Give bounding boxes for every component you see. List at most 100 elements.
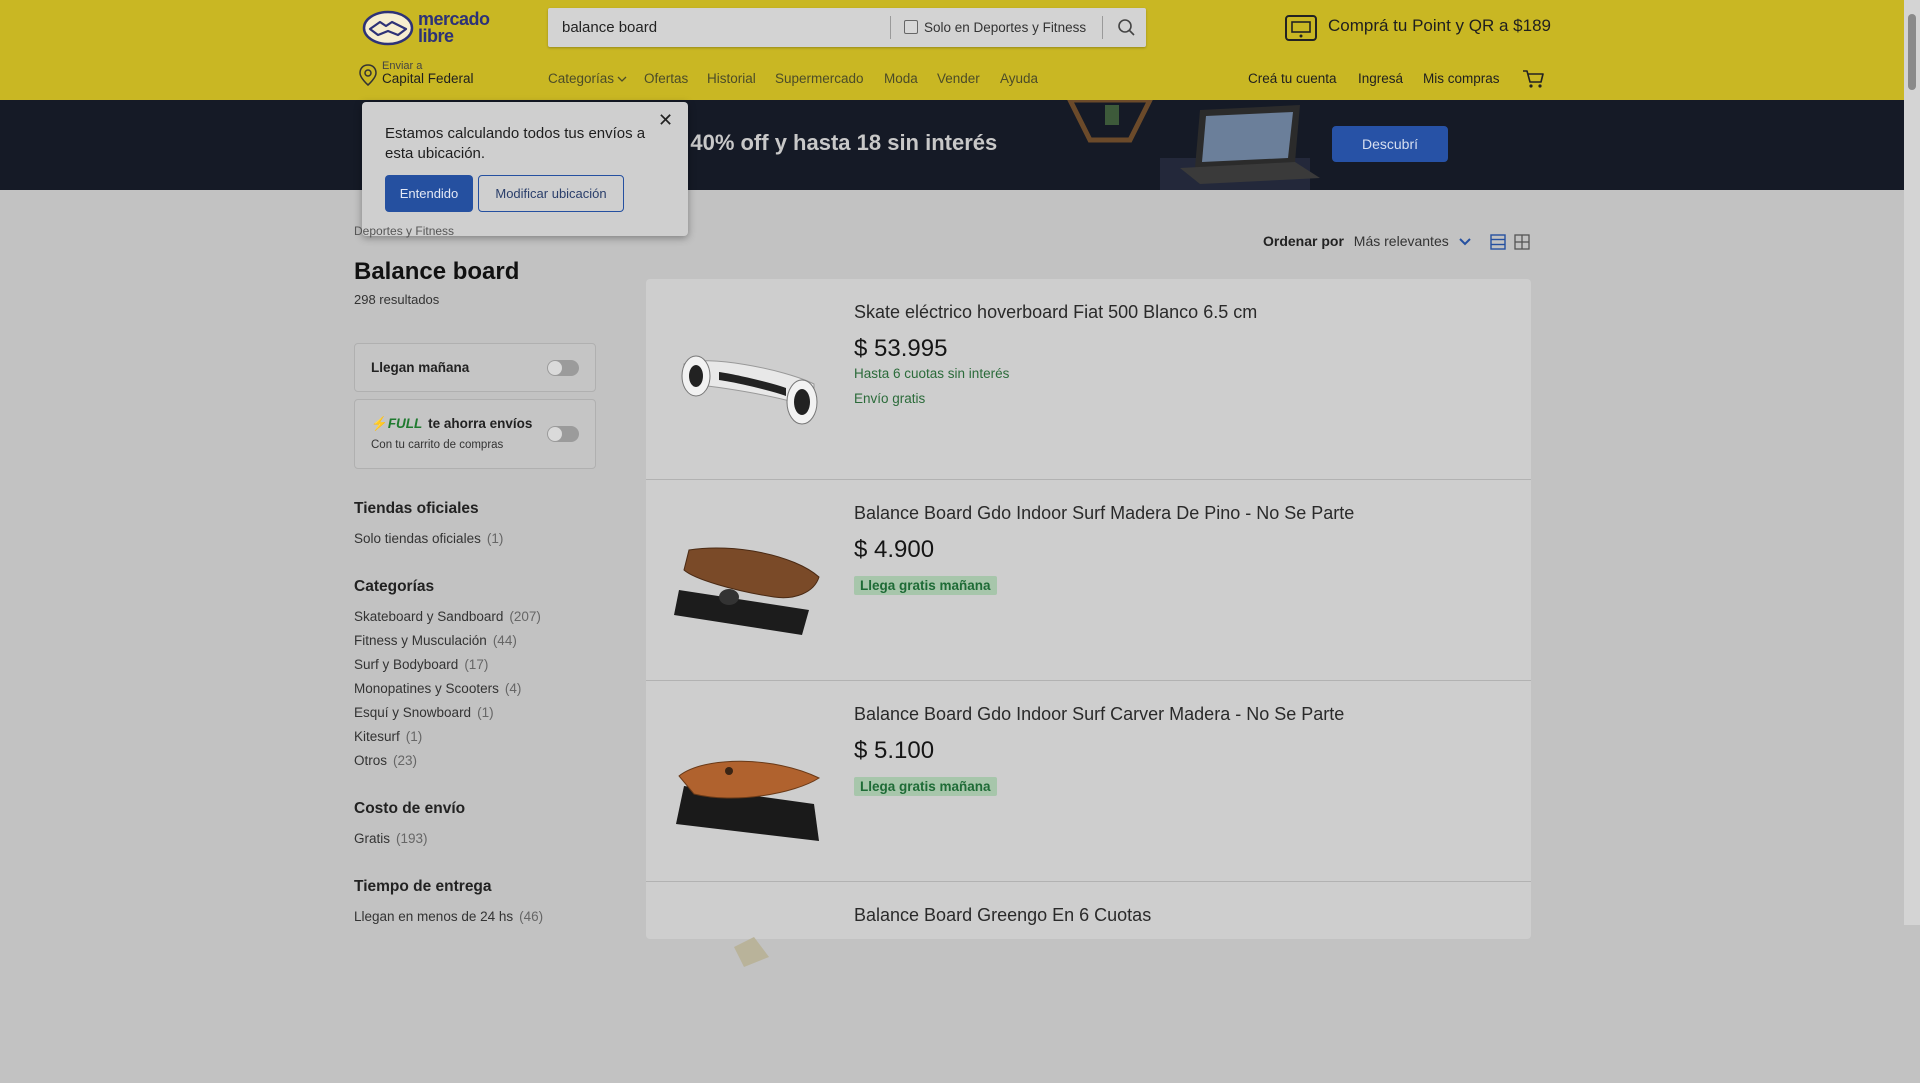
understood-button[interactable]: Entendido — [385, 175, 473, 212]
item-label: Kitesurf — [354, 729, 400, 744]
banner-discover-button[interactable]: Descubrí — [1332, 126, 1448, 162]
full-label-row: ⚡FULL te ahorra envíos — [371, 416, 532, 432]
filter-full[interactable]: ⚡FULL te ahorra envíos Con tu carrito de… — [354, 399, 596, 469]
nav-ayuda[interactable]: Ayuda — [1000, 71, 1038, 86]
banner-text: a 40% off y hasta 18 sin interés — [672, 130, 998, 155]
results-count: 298 resultados — [354, 292, 440, 307]
shipping-item[interactable]: Gratis (193) — [354, 831, 428, 846]
official-stores-title: Tiendas oficiales — [354, 500, 479, 517]
official-stores-item[interactable]: Solo tiendas oficiales (1) — [354, 531, 503, 546]
close-icon[interactable]: ✕ — [658, 110, 673, 131]
category-item[interactable]: Fitness y Musculación (44) — [354, 633, 517, 648]
mercadolibre-logo[interactable]: mercado libre — [362, 9, 502, 49]
nav-categorias[interactable]: Categorías — [548, 71, 627, 86]
category-item[interactable]: Otros (23) — [354, 753, 417, 768]
item-label: Gratis — [354, 831, 391, 846]
item-label: Skateboard y Sandboard — [354, 609, 504, 624]
point-device-icon — [1285, 15, 1317, 41]
promo-text: Comprá tu Point y QR a $189 — [1328, 16, 1552, 35]
category-item[interactable]: Surf y Bodyboard (17) — [354, 657, 488, 672]
item-count: (193) — [396, 831, 428, 846]
nav-ofertas[interactable]: Ofertas — [644, 71, 688, 86]
full-sub: Con tu carrito de compras — [371, 439, 504, 451]
item-price: $ 4.900 — [854, 536, 935, 563]
result-item[interactable]: Balance Board Greengo En 6 Cuotas — [646, 882, 1531, 1083]
search-input[interactable]: balance board — [562, 8, 657, 47]
item-price: $ 53.995 — [854, 335, 948, 362]
header: mercado libre balance board Solo en Depo… — [0, 0, 1904, 100]
location-popup: Estamos calculando todos tus envíos a es… — [362, 102, 688, 236]
create-account-link[interactable]: Creá tu cuenta — [1248, 71, 1337, 86]
filter-label: Llegan mañana — [371, 360, 470, 375]
breadcrumb[interactable]: Deportes y Fitness — [354, 224, 454, 238]
sort-value[interactable]: Más relevantes — [1354, 233, 1449, 249]
divider — [890, 16, 891, 39]
item-count: (44) — [492, 633, 517, 648]
full-label: te ahorra envíos — [428, 416, 533, 431]
divider — [1102, 16, 1103, 39]
item-label: Surf y Bodyboard — [354, 657, 459, 672]
item-price: $ 5.100 — [854, 737, 935, 764]
item-label: Otros — [354, 753, 388, 768]
item-delivery-badge: Llega gratis mañana — [854, 777, 997, 796]
item-count: (17) — [464, 657, 489, 672]
sort-label: Ordenar por — [1263, 233, 1344, 249]
tomorrow-toggle[interactable] — [547, 360, 579, 376]
category-item[interactable]: Monopatines y Scooters (4) — [354, 681, 521, 696]
category-item[interactable]: Kitesurf (1) — [354, 729, 422, 744]
nav-supermercado[interactable]: Supermercado — [775, 71, 864, 86]
category-filter-label[interactable]: Solo en Deportes y Fitness — [924, 8, 1086, 47]
item-shipping: Envío gratis — [854, 391, 926, 406]
result-item[interactable]: Balance Board Gdo Indoor Surf Carver Mad… — [646, 681, 1531, 882]
handshake-logo-icon — [362, 10, 414, 46]
greengo-board-image — [734, 937, 769, 967]
result-item[interactable]: Balance Board Gdo Indoor Surf Madera De … — [646, 480, 1531, 681]
item-count: (1) — [405, 729, 423, 744]
item-label: Fitness y Musculación — [354, 633, 487, 648]
chevron-down-icon — [1458, 238, 1471, 246]
grid-view-icon[interactable] — [1514, 234, 1530, 250]
full-toggle[interactable] — [547, 426, 579, 442]
scrollbar-thumb[interactable] — [1908, 14, 1916, 90]
cart-icon[interactable] — [1521, 68, 1545, 90]
item-title[interactable]: Balance Board Greengo En 6 Cuotas — [854, 905, 1151, 926]
logo-text-2: libre — [418, 26, 454, 46]
promo-banner[interactable]: a 40% off y hasta 18 sin interés Descubr… — [0, 100, 1904, 190]
item-label: Llegan en menos de 24 hs — [354, 909, 514, 924]
nav-historial[interactable]: Historial — [707, 71, 756, 86]
category-item[interactable]: Esquí y Snowboard (1) — [354, 705, 494, 720]
nav-moda[interactable]: Moda — [884, 71, 918, 86]
delivery-time-title: Tiempo de entrega — [354, 878, 492, 895]
sort-control[interactable]: Ordenar por Más relevantes — [1263, 233, 1471, 249]
page-title: Balance board — [354, 258, 520, 285]
page-scrollbar[interactable] — [1904, 0, 1920, 925]
item-title[interactable]: Balance Board Gdo Indoor Surf Madera De … — [854, 503, 1354, 524]
category-item[interactable]: Skateboard y Sandboard (207) — [354, 609, 541, 624]
result-item[interactable]: Skate eléctrico hoverboard Fiat 500 Blan… — [646, 279, 1531, 480]
results-list: Skate eléctrico hoverboard Fiat 500 Blan… — [646, 279, 1531, 967]
item-count: (1) — [486, 531, 504, 546]
chevron-down-icon — [617, 76, 627, 82]
full-brand: FULL — [387, 416, 423, 431]
item-quotas: Hasta 6 cuotas sin interés — [854, 366, 1010, 381]
login-link[interactable]: Ingresá — [1358, 71, 1403, 86]
search-bar: balance board Solo en Deportes y Fitness — [548, 8, 1146, 47]
my-purchases-link[interactable]: Mis compras — [1423, 71, 1500, 86]
categories-title: Categorías — [354, 578, 435, 595]
item-title[interactable]: Skate eléctrico hoverboard Fiat 500 Blan… — [854, 302, 1257, 323]
ship-to-location: Capital Federal — [382, 71, 474, 86]
delivery-item[interactable]: Llegan en menos de 24 hs (46) — [354, 909, 543, 924]
change-location-button[interactable]: Modificar ubicación — [478, 175, 624, 212]
nav-vender[interactable]: Vender — [937, 71, 980, 86]
popup-message: Estamos calculando todos tus envíos a es… — [385, 125, 646, 162]
list-view-icon[interactable] — [1490, 234, 1506, 250]
category-filter-checkbox[interactable] — [904, 20, 918, 34]
item-delivery-badge: Llega gratis mañana — [854, 576, 997, 595]
search-button[interactable] — [1108, 8, 1146, 47]
item-count: (23) — [393, 753, 418, 768]
item-title[interactable]: Balance Board Gdo Indoor Surf Carver Mad… — [854, 704, 1344, 725]
hoverboard-image — [681, 355, 818, 425]
item-count: (207) — [509, 609, 541, 624]
balance-board-image — [674, 547, 820, 635]
filter-arrive-tomorrow[interactable]: Llegan mañana — [354, 343, 596, 392]
